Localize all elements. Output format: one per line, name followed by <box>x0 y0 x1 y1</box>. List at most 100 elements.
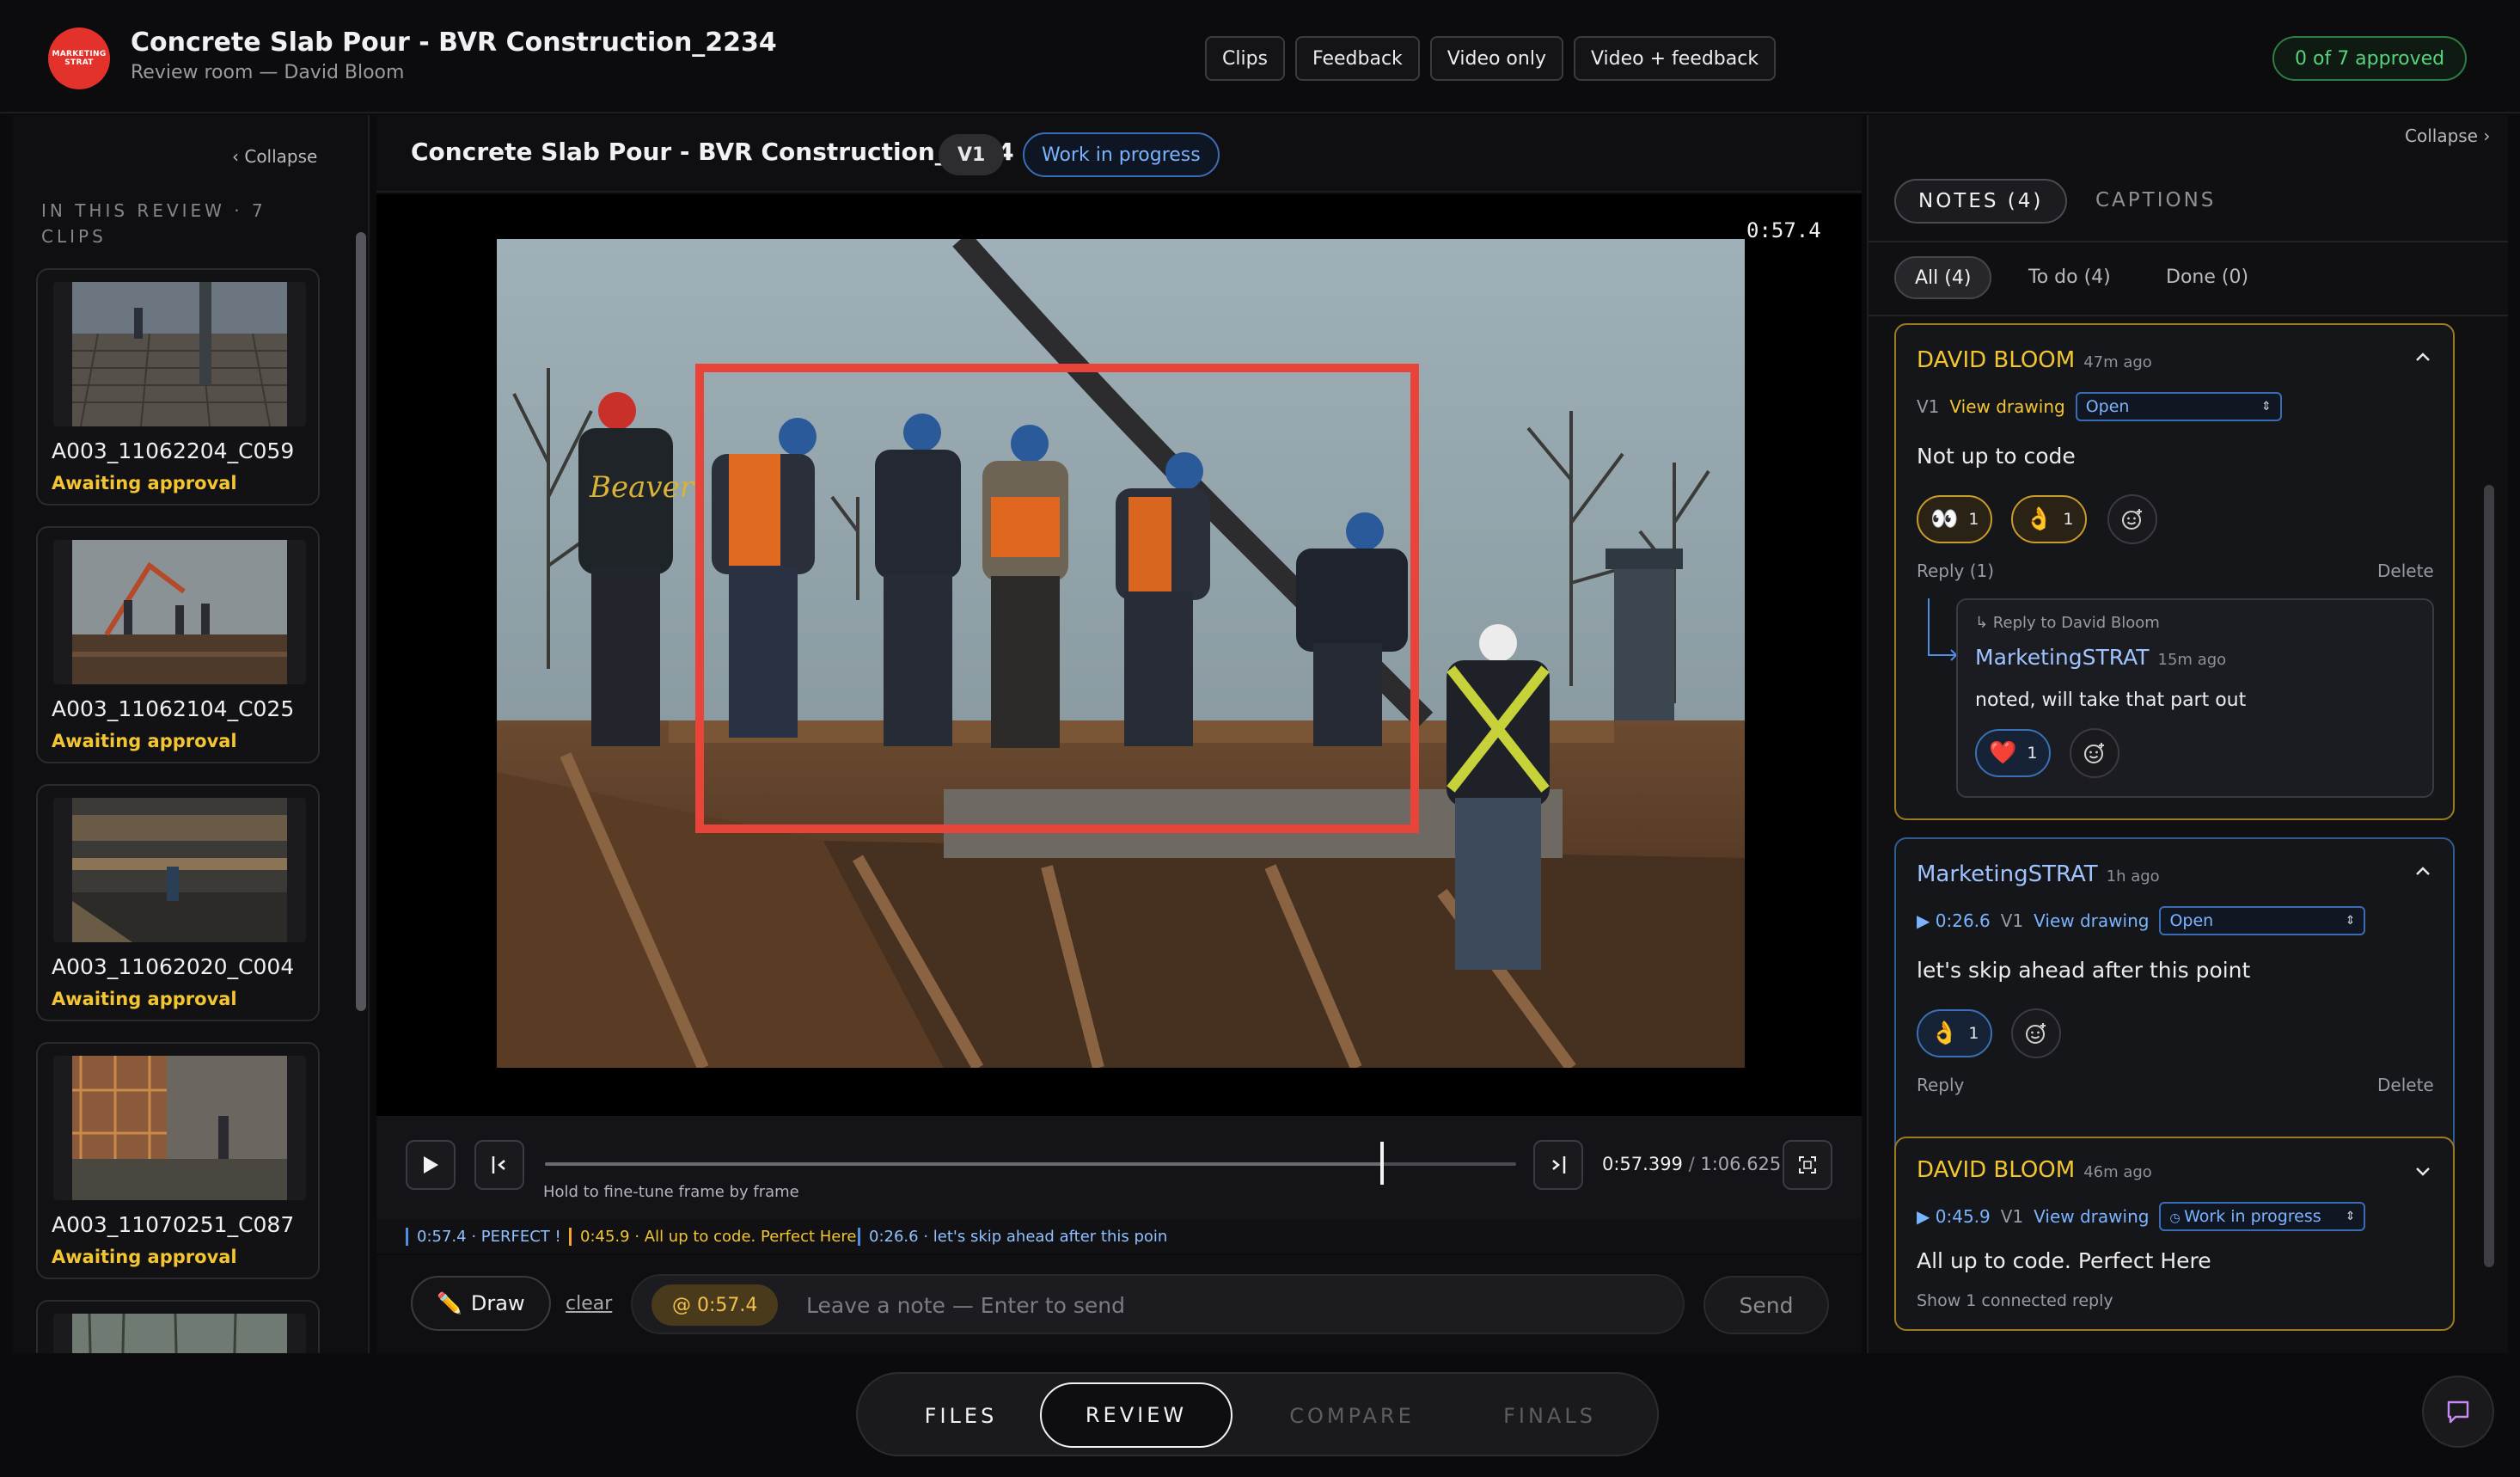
collapse-sidebar-button[interactable]: ‹ Collapse <box>232 146 317 167</box>
clip-thumbnail <box>53 1314 306 1353</box>
note-card[interactable]: DAVID BLOOM 46m ago ▶ 0:45.9 V1 View draw… <box>1894 1137 2455 1331</box>
note-author-name: MarketingSTRAT <box>1917 861 2098 887</box>
scrub-hint: Hold to fine-tune frame by frame <box>543 1183 799 1201</box>
clip-name: A003_11070251_C087 <box>52 1212 295 1237</box>
tab-notes[interactable]: NOTES (4) <box>1894 179 2068 224</box>
video-frame[interactable]: Beaver <box>497 239 1745 1068</box>
duration: 1:06.625 <box>1700 1154 1782 1174</box>
note-card[interactable]: DAVID BLOOM 47m ago V1 View drawing Open … <box>1894 323 2455 820</box>
note-time: 1h ago <box>2106 867 2160 886</box>
draw-button[interactable]: ✏️ Draw <box>411 1276 551 1331</box>
delete-button[interactable]: Delete <box>2377 1075 2434 1095</box>
project-title: Concrete Slab Pour - BVR Construction_22… <box>131 28 777 58</box>
clip-status: Awaiting approval <box>52 1247 237 1267</box>
sidebar-scrollbar[interactable] <box>356 232 366 1011</box>
previous-frame-button[interactable] <box>474 1140 524 1190</box>
chat-icon <box>2447 1400 2469 1424</box>
clip-card[interactable]: A003_11062104_C025 Awaiting approval <box>36 526 320 763</box>
add-reaction-button[interactable] <box>2107 494 2157 544</box>
clip-thumbnail <box>53 798 306 942</box>
note-input[interactable] <box>804 1284 1664 1326</box>
filter-all[interactable]: All (4) <box>1894 256 1992 299</box>
reaction-pill[interactable]: ❤️ 1 <box>1975 729 2052 777</box>
note-timestamp-link[interactable]: ▶ 0:45.9 <box>1917 1206 1991 1227</box>
delete-button[interactable]: Delete <box>2377 561 2434 581</box>
reply-context: ↳ Reply to David Bloom <box>1975 614 2160 632</box>
add-reaction-button[interactable] <box>2011 1008 2061 1058</box>
view-drawing-link[interactable]: View drawing <box>1949 396 2064 417</box>
collapse-note-button[interactable] <box>2410 858 2436 884</box>
fullscreen-button[interactable] <box>1783 1140 1832 1190</box>
clip-card[interactable]: A003_11062204_C059 Awaiting approval <box>36 268 320 506</box>
filter-done[interactable]: Done (0) <box>2166 267 2248 288</box>
clear-drawing-link[interactable]: clear <box>566 1293 612 1315</box>
clip-thumbnail-image <box>72 798 287 942</box>
progress-dot-icon: ◷ <box>2169 1211 2185 1225</box>
clip-card-partial[interactable] <box>36 1300 320 1353</box>
clip-thumbnail-image <box>72 1056 287 1200</box>
collapse-notes-button[interactable]: Collapse › <box>2405 126 2490 146</box>
player-header: Concrete Slab Pour - BVR Construction_22… <box>376 115 1862 193</box>
view-mode-video-feedback-button[interactable]: Video + feedback <box>1573 36 1777 81</box>
version-chip[interactable]: V1 <box>939 134 1005 175</box>
nav-files[interactable]: FILES <box>892 1391 1030 1441</box>
video-viewport[interactable]: Beaver 0:57.4 <box>376 194 1862 1116</box>
collapse-note-button[interactable] <box>2410 344 2436 370</box>
note-timestamp-link[interactable]: ▶ 0:26.6 <box>1917 910 1991 931</box>
notes-scrollbar[interactable] <box>2484 485 2494 1267</box>
note-version: V1 <box>2000 1206 2024 1227</box>
view-mode-video-only-button[interactable]: Video only <box>1429 36 1563 81</box>
clip-card[interactable]: A003_11062020_C004 Awaiting approval <box>36 784 320 1021</box>
clips-heading: IN THIS REVIEW · 7 CLIPS <box>41 200 266 247</box>
view-drawing-link[interactable]: View drawing <box>2034 1206 2149 1227</box>
ok-hand-emoji-icon: 👌 <box>1930 1020 1959 1046</box>
reply-button[interactable]: Reply <box>1917 1075 1964 1095</box>
view-mode-clips-button[interactable]: Clips <box>1205 36 1286 81</box>
show-replies-link[interactable]: Show 1 connected reply <box>1917 1291 2113 1310</box>
tab-captions[interactable]: CAPTIONS <box>2095 189 2216 211</box>
note-version: V1 <box>1917 396 1940 417</box>
note-author-name: DAVID BLOOM <box>1917 1157 2076 1183</box>
reply-card[interactable]: ↳ Reply to David Bloom MarketingSTRAT 15m… <box>1956 598 2434 798</box>
add-reaction-button[interactable] <box>2070 728 2119 778</box>
note-meta: ▶ 0:26.6 V1 View drawing Open ⇕ <box>1917 906 2366 935</box>
clip-thumbnail-image <box>72 282 287 426</box>
play-button[interactable] <box>406 1140 456 1190</box>
clip-card[interactable]: A003_11070251_C087 Awaiting approval <box>36 1042 320 1279</box>
comment-marker[interactable]: 0:26.6 · let's skip ahead after this poi… <box>858 1228 1167 1246</box>
clip-thumbnail <box>53 1056 306 1200</box>
note-status-value: Open <box>2169 911 2214 930</box>
nav-finals[interactable]: FINALS <box>1459 1391 1640 1441</box>
filter-todo[interactable]: To do (4) <box>2028 267 2111 288</box>
reply-button[interactable]: Reply (1) <box>1917 561 1994 581</box>
comment-marker[interactable]: 0:45.9 · All up to code. Perfect Here <box>569 1228 856 1246</box>
note-text: All up to code. Perfect Here <box>1917 1248 2211 1273</box>
timestamp-pill[interactable]: @ 0:57.4 <box>651 1284 779 1326</box>
note-status-select[interactable]: Open ⇕ <box>2075 392 2282 421</box>
next-frame-button[interactable] <box>1533 1140 1583 1190</box>
step-back-icon <box>492 1156 505 1174</box>
chat-button[interactable] <box>2422 1376 2494 1448</box>
status-chip[interactable]: Work in progress <box>1023 132 1220 177</box>
note-author-name: DAVID BLOOM <box>1917 347 2076 373</box>
reaction-pill[interactable]: 👌 1 <box>2011 495 2088 543</box>
chevron-up-icon <box>2416 352 2430 361</box>
timeline-playhead[interactable] <box>1379 1142 1384 1185</box>
clip-name: A003_11062104_C025 <box>52 696 295 721</box>
expand-note-button[interactable] <box>2410 1159 2436 1185</box>
comment-marker[interactable]: 0:57.4 · PERFECT ! <box>406 1228 561 1246</box>
note-status-select[interactable]: Open ⇕ <box>2159 906 2366 935</box>
send-button[interactable]: Send <box>1703 1276 1829 1334</box>
reaction-pill[interactable]: 👀 1 <box>1917 495 1993 543</box>
view-drawing-link[interactable]: View drawing <box>2034 910 2149 931</box>
eyes-emoji-icon: 👀 <box>1930 506 1959 532</box>
nav-compare[interactable]: COMPARE <box>1245 1391 1459 1441</box>
nav-review[interactable]: REVIEW <box>1040 1382 1232 1448</box>
reaction-count: 1 <box>2063 510 2074 529</box>
reaction-pill[interactable]: 👌 1 <box>1917 1009 1993 1057</box>
note-timestamp: 0:45.9 <box>1935 1206 1991 1227</box>
select-arrows-icon: ⇕ <box>2345 914 2356 928</box>
note-status-select[interactable]: ◷ Work in progress ⇕ <box>2159 1202 2366 1231</box>
clip-status: Awaiting approval <box>52 473 237 493</box>
view-mode-feedback-button[interactable]: Feedback <box>1295 36 1420 81</box>
